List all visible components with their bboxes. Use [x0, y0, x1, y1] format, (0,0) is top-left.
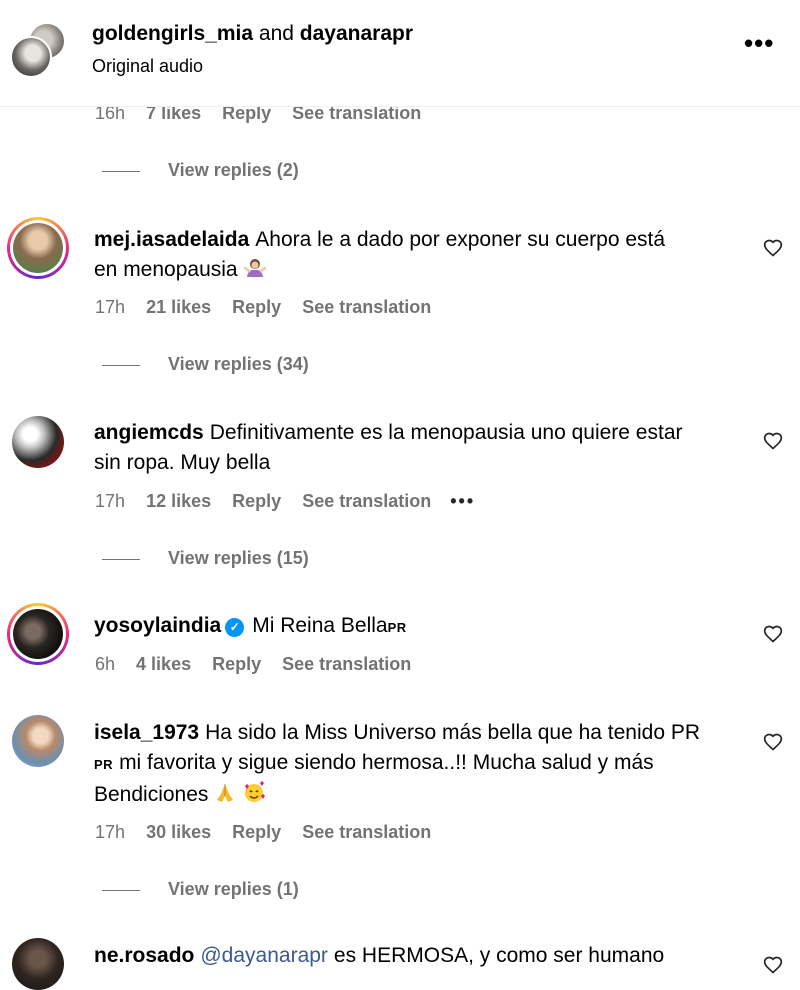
comment-body-2: mi favorita y sigue siendo hermosa..!! M…: [119, 751, 654, 774]
header-user-2[interactable]: dayanarapr: [300, 22, 413, 45]
view-replies-button[interactable]: View replies (2): [102, 160, 299, 181]
heart-icon[interactable]: [763, 238, 783, 258]
avatar-story-ring[interactable]: [7, 603, 69, 665]
flag-pr: PR: [94, 757, 114, 772]
comment-body: Ha sido la Miss Universo más bella que h…: [205, 721, 701, 744]
comment-text: ne.rosado @dayanarapr es HERMOSA, y como s…: [94, 941, 744, 971]
comment-username[interactable]: yosoylaindia: [94, 614, 221, 637]
mention-link[interactable]: @dayanarapr: [200, 944, 328, 967]
comment-meta: 17h 30 likes Reply See translation: [95, 822, 431, 843]
person-shrugging-emoji: [243, 257, 266, 288]
header-usernames: goldengirls_mia and dayanarapr: [92, 22, 413, 46]
comment-body-2: sin ropa. Muy bella: [94, 451, 271, 474]
comment-text: mej.iasadelaida Ahora le a dado por expon…: [94, 225, 744, 288]
flag-pr: PR: [387, 620, 407, 635]
see-translation-button[interactable]: See translation: [302, 822, 431, 843]
heart-icon[interactable]: [763, 955, 783, 975]
comment-username[interactable]: mej.iasadelaida: [94, 228, 249, 251]
view-replies-label: View replies (2): [168, 160, 299, 180]
smiling-face-with-hearts-emoji: [242, 780, 266, 813]
audio-label[interactable]: Original audio: [92, 56, 203, 77]
comment-username[interactable]: isela_1973: [94, 721, 199, 744]
see-translation-button[interactable]: See translation: [302, 297, 431, 318]
comment-text: yosoylaindia ✓ Mi Reina BellaPR: [94, 611, 744, 643]
comment-likes[interactable]: 21 likes: [146, 297, 211, 318]
avatar: [13, 223, 63, 273]
comment-time: 17h: [95, 491, 126, 511]
comment-body-3: Bendiciones: [94, 783, 209, 806]
comment-time: 6h: [95, 654, 116, 674]
reply-button[interactable]: Reply: [232, 297, 281, 318]
comment-likes[interactable]: 30 likes: [146, 822, 211, 843]
collab-avatar-2[interactable]: [10, 36, 52, 78]
comment-text: isela_1973 Ha sido la Miss Universo más b…: [94, 718, 744, 813]
replies-line: [102, 170, 140, 172]
view-replies-label: View replies (34): [168, 354, 309, 374]
view-replies-button[interactable]: View replies (34): [102, 354, 309, 375]
avatar[interactable]: [12, 938, 64, 990]
folded-hands-emoji: [214, 782, 236, 813]
more-options-icon[interactable]: •••: [450, 491, 475, 512]
comment-username[interactable]: angiemcds: [94, 421, 204, 444]
comment-body-2: en menopausia: [94, 258, 238, 281]
avatar: [13, 609, 63, 659]
replies-line: [102, 889, 140, 891]
comment-meta: 6h 4 likes Reply See translation: [95, 654, 411, 675]
comment-meta: 17h 12 likes Reply See translation •••: [95, 491, 475, 512]
comment-text: angiemcds Definitivamente es la menopausi…: [94, 418, 744, 478]
comment-body: es HERMOSA, y como ser humano: [333, 944, 665, 967]
comment-likes[interactable]: 4 likes: [136, 654, 191, 675]
comment-time: 17h: [95, 297, 126, 317]
heart-icon[interactable]: [763, 732, 783, 752]
see-translation-button[interactable]: See translation: [282, 654, 411, 675]
reply-button[interactable]: Reply: [212, 654, 261, 675]
view-replies-label: View replies (1): [168, 879, 299, 899]
see-translation-button[interactable]: See translation: [302, 491, 431, 512]
heart-icon[interactable]: [763, 431, 783, 451]
replies-line: [102, 364, 140, 366]
comment-username[interactable]: ne.rosado: [94, 944, 194, 967]
comment-likes[interactable]: 12 likes: [146, 491, 211, 512]
comment-body: Mi Reina Bella: [252, 614, 388, 637]
reply-button[interactable]: Reply: [232, 491, 281, 512]
header-user-1[interactable]: goldengirls_mia: [92, 22, 253, 45]
more-horizontal-icon[interactable]: •••: [744, 28, 774, 59]
header-conjunction: and: [258, 22, 294, 45]
post-header: goldengirls_mia and dayanarapr Original …: [0, 0, 800, 107]
verified-badge-icon: ✓: [225, 618, 245, 637]
view-replies-button[interactable]: View replies (1): [102, 879, 299, 900]
replies-line: [102, 558, 140, 560]
view-replies-button[interactable]: View replies (15): [102, 548, 309, 569]
comment-time: 17h: [95, 822, 126, 842]
avatar-story-ring[interactable]: [7, 217, 69, 279]
comment-body: Definitivamente es la menopausia uno qui…: [209, 421, 683, 444]
comment-body: Ahora le a dado por exponer su cuerpo es…: [255, 228, 666, 251]
reply-button[interactable]: Reply: [232, 822, 281, 843]
view-replies-label: View replies (15): [168, 548, 309, 568]
comment-meta: 17h 21 likes Reply See translation: [95, 297, 431, 318]
avatar[interactable]: [12, 715, 64, 767]
avatar[interactable]: [12, 416, 64, 468]
heart-icon[interactable]: [763, 624, 783, 644]
